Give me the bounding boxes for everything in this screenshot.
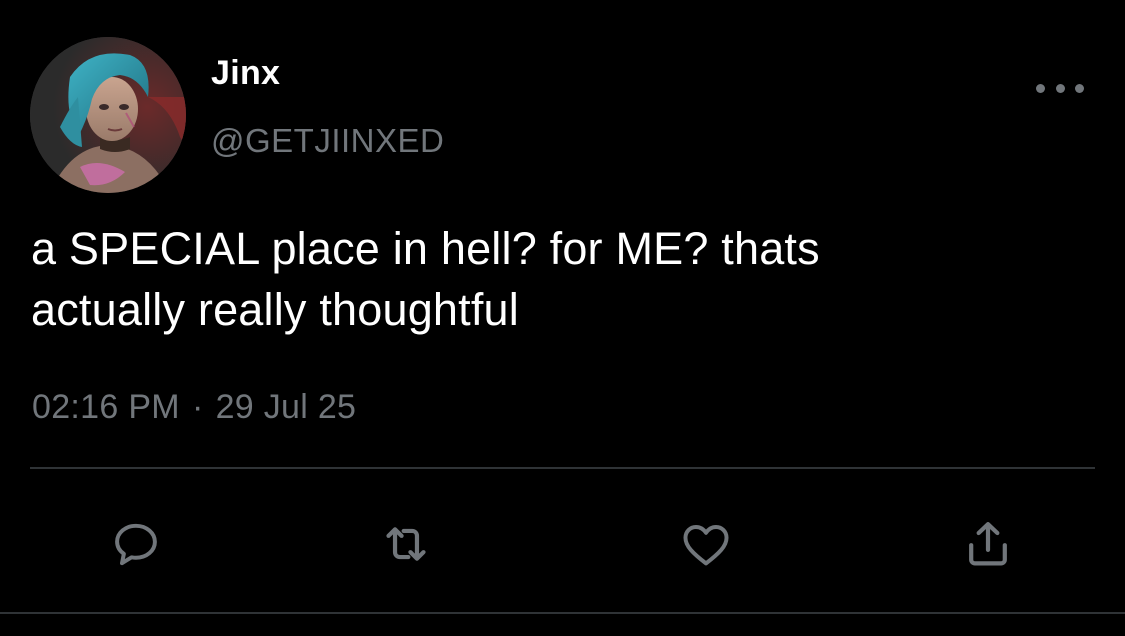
retweet-button[interactable] <box>376 514 436 574</box>
share-upload-icon <box>969 522 1007 566</box>
divider <box>30 467 1095 469</box>
more-dot <box>1055 83 1065 93</box>
more-dot <box>1075 83 1084 93</box>
heart-icon <box>683 524 729 566</box>
tweet-text-line: actually really thoughtful <box>31 284 519 335</box>
speech-bubble-icon <box>115 523 157 566</box>
tweet-time: 02:16 PM <box>32 388 180 426</box>
reply-button[interactable] <box>106 514 166 574</box>
tweet-timestamp[interactable]: 02:16 PM · 29 Jul 25 <box>32 388 356 427</box>
like-button[interactable] <box>676 514 736 574</box>
more-dot <box>1036 83 1045 93</box>
user-handle[interactable]: @GETJIINXED <box>211 122 444 160</box>
avatar-image <box>30 37 186 193</box>
more-options-icon[interactable] <box>1036 74 1084 102</box>
share-button[interactable] <box>958 514 1018 574</box>
tweet-text: a SPECIAL place in hell? for ME? thats a… <box>31 218 1091 340</box>
display-name[interactable]: Jinx <box>211 54 280 93</box>
meta-separator: · <box>191 388 204 426</box>
retweet-arrows-icon <box>386 527 426 561</box>
avatar[interactable] <box>30 37 186 193</box>
tweet-text-line: a SPECIAL place in hell? for ME? thats <box>31 223 820 274</box>
divider <box>0 612 1125 614</box>
tweet-card: Jinx @GETJIINXED a SPECIAL place in hell… <box>0 0 1125 636</box>
tweet-date: 29 Jul 25 <box>215 388 357 426</box>
